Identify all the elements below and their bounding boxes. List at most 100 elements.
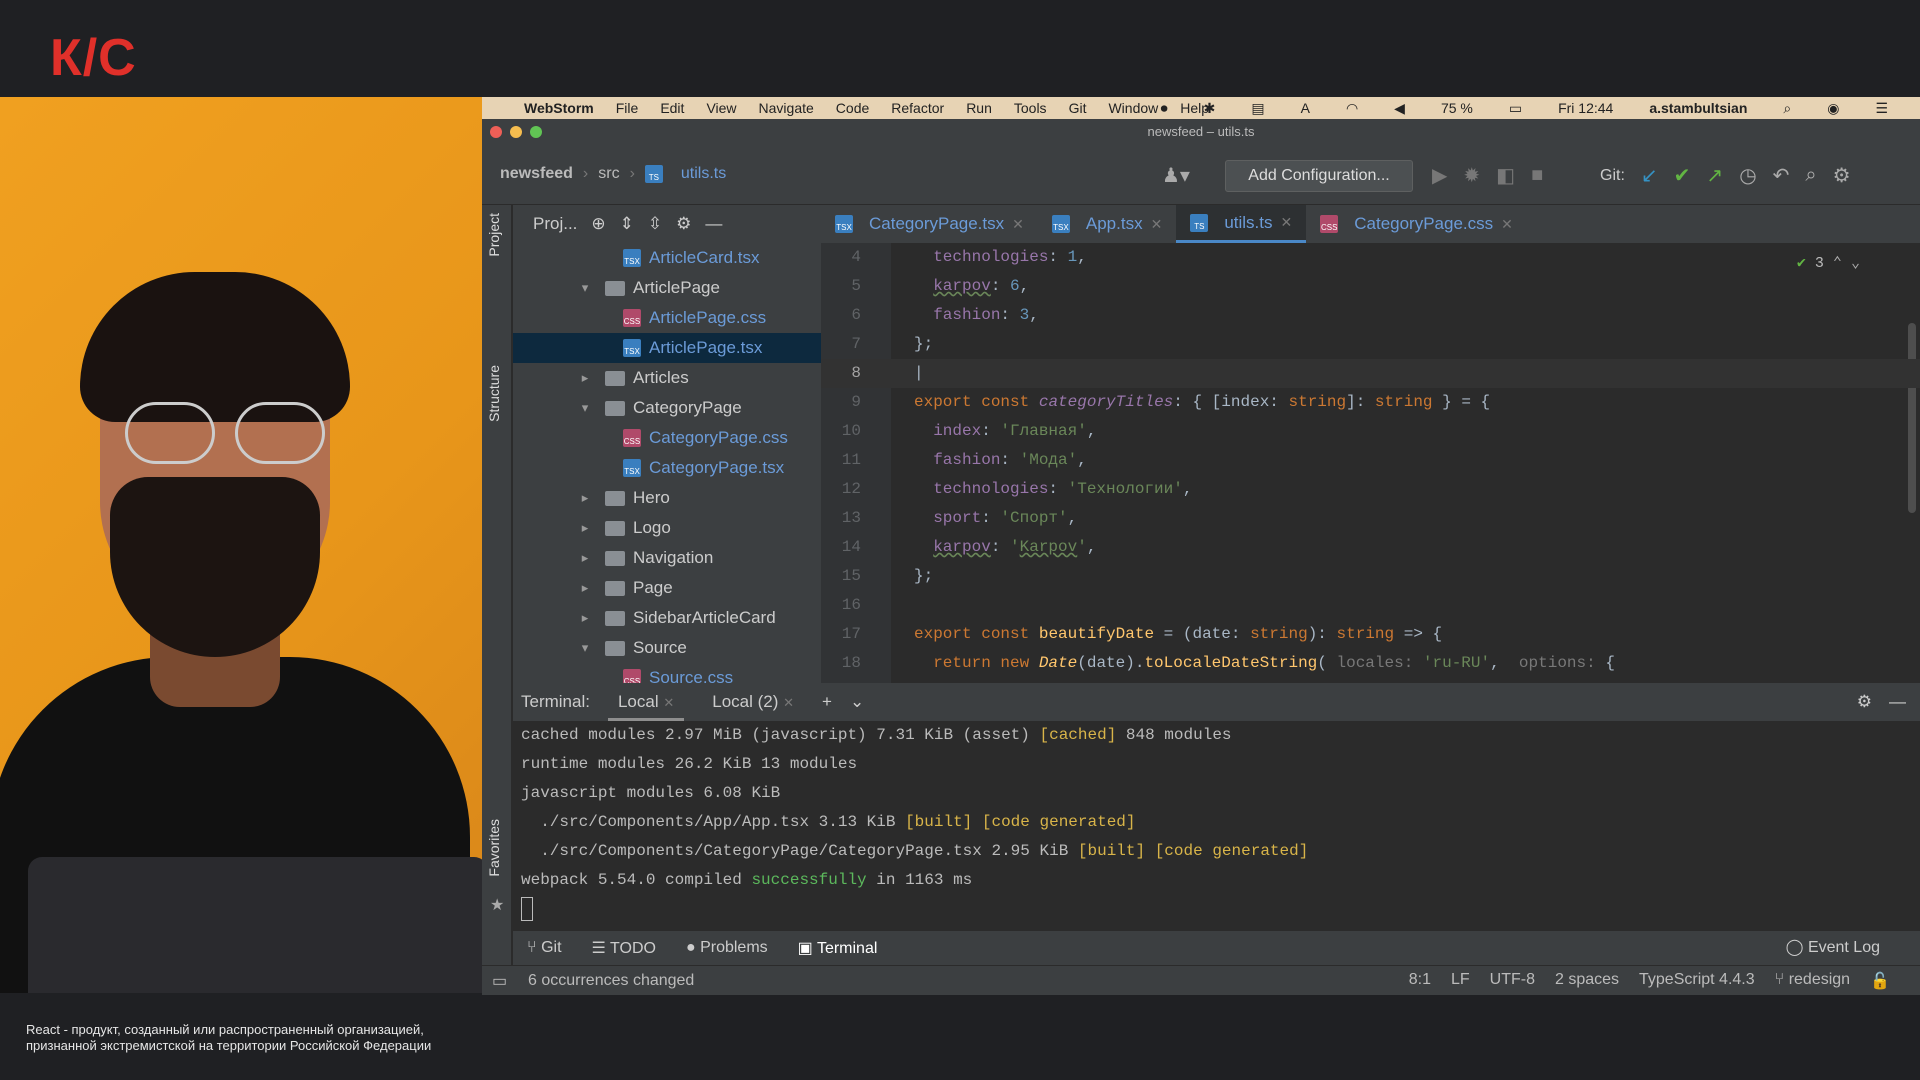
tool-todo[interactable]: ☰ TODO xyxy=(592,938,656,958)
chevron-down-icon[interactable]: ▾ xyxy=(575,640,595,656)
menu-refactor[interactable]: Refactor xyxy=(891,100,944,116)
stop-icon[interactable]: ■ xyxy=(1531,164,1543,187)
tree-item[interactable]: CSS Source.css xyxy=(513,663,821,683)
battery-percent[interactable]: 75 % xyxy=(1441,100,1473,116)
collapse-all-icon[interactable]: ⇳ xyxy=(648,214,662,234)
tab-app-tsx[interactable]: TSX App.tsx ✕ xyxy=(1038,205,1176,243)
minimize-window-button[interactable] xyxy=(510,126,522,138)
line-separator[interactable]: LF xyxy=(1451,971,1470,991)
git-push-icon[interactable]: ↗ xyxy=(1706,163,1723,188)
menu-navigate[interactable]: Navigate xyxy=(759,100,814,116)
menu-app-name[interactable]: WebStorm xyxy=(524,100,594,116)
close-icon[interactable]: ✕ xyxy=(1012,216,1024,233)
git-update-icon[interactable]: ↙ xyxy=(1641,163,1658,188)
chevron-right-icon[interactable]: ▸ xyxy=(575,520,595,536)
locate-icon[interactable]: ⊕ xyxy=(591,214,605,234)
input-source-icon[interactable]: A xyxy=(1301,100,1310,116)
maximize-window-button[interactable] xyxy=(530,126,542,138)
tree-item[interactable]: CSS ArticlePage.css xyxy=(513,303,821,333)
tree-item[interactable]: ▸ Logo xyxy=(513,513,821,543)
close-icon[interactable]: ✕ xyxy=(1151,216,1163,233)
gear-icon[interactable]: ⚙ xyxy=(676,214,691,234)
rollback-icon[interactable]: ↶ xyxy=(1773,163,1790,188)
tree-item[interactable]: TSX CategoryPage.tsx xyxy=(513,453,821,483)
settings-icon[interactable]: ⚙ xyxy=(1833,163,1851,188)
chevron-right-icon[interactable]: ▸ xyxy=(575,370,595,386)
git-branch[interactable]: ⑂ redesign xyxy=(1775,971,1850,991)
close-icon[interactable]: ✕ xyxy=(783,695,794,710)
tree-item[interactable]: ▾ ArticlePage xyxy=(513,273,821,303)
tool-problems[interactable]: ● Problems xyxy=(686,939,768,957)
tool-terminal[interactable]: ▣ Terminal xyxy=(798,938,878,958)
tab-categorypage-tsx[interactable]: TSX CategoryPage.tsx ✕ xyxy=(821,205,1038,243)
record-icon[interactable]: ⏺ xyxy=(1161,100,1168,117)
run-icon[interactable]: ▶ xyxy=(1432,163,1447,188)
breadcrumb-project[interactable]: newsfeed xyxy=(500,165,573,183)
chevron-right-icon[interactable]: ▸ xyxy=(575,550,595,566)
tree-item[interactable]: TSX ArticleCard.tsx xyxy=(513,243,821,273)
tree-item[interactable]: ▾ Source xyxy=(513,633,821,663)
user-name[interactable]: a.stambultsian xyxy=(1649,100,1747,116)
volume-icon[interactable]: ◀ xyxy=(1394,100,1405,117)
favorites-tool-tab[interactable]: Favorites xyxy=(486,819,502,877)
history-icon[interactable]: ◷ xyxy=(1739,163,1756,188)
breadcrumb-folder[interactable]: src xyxy=(598,165,619,183)
tree-item[interactable]: ▸ Articles xyxy=(513,363,821,393)
tree-item[interactable]: TSX ArticlePage.tsx xyxy=(513,333,821,363)
tree-item[interactable]: ▸ SidebarArticleCard xyxy=(513,603,821,633)
language-service[interactable]: TypeScript 4.4.3 xyxy=(1639,971,1755,991)
tree-item[interactable]: ▸ Hero xyxy=(513,483,821,513)
menu-file[interactable]: File xyxy=(616,100,639,116)
git-commit-icon[interactable]: ✔ xyxy=(1674,163,1691,188)
close-icon[interactable]: ✕ xyxy=(663,695,674,710)
menu-view[interactable]: View xyxy=(706,100,736,116)
keyboard-icon[interactable]: ▤ xyxy=(1251,100,1264,117)
tool-git[interactable]: ⑂ Git xyxy=(527,939,562,957)
cursor-position[interactable]: 8:1 xyxy=(1409,971,1431,991)
battery-icon[interactable]: ▭ xyxy=(1509,100,1522,117)
lock-icon[interactable]: 🔓 xyxy=(1870,971,1890,991)
control-center-icon[interactable]: ☰ xyxy=(1875,100,1888,117)
chevron-right-icon[interactable]: ▸ xyxy=(575,610,595,626)
clock[interactable]: Fri 12:44 xyxy=(1558,100,1613,116)
coverage-icon[interactable]: ◧ xyxy=(1496,163,1515,188)
close-icon[interactable]: ✕ xyxy=(1281,214,1293,231)
project-tool-tab[interactable]: Project xyxy=(486,213,502,257)
bluetooth-icon[interactable]: ✱ xyxy=(1204,100,1216,117)
debug-icon[interactable]: ✹ xyxy=(1463,163,1480,188)
tool-event-log[interactable]: ◯ Event Log xyxy=(1786,931,1880,965)
wifi-icon[interactable]: ◠ xyxy=(1346,100,1358,117)
menu-git[interactable]: Git xyxy=(1069,100,1087,116)
tree-item[interactable]: ▸ Page xyxy=(513,573,821,603)
hide-icon[interactable]: — xyxy=(705,214,722,234)
terminal-output[interactable]: cached modules 2.97 MiB (javascript) 7.3… xyxy=(513,721,1920,931)
chevron-down-icon[interactable]: ▾ xyxy=(575,280,595,296)
tree-item[interactable]: ▸ Navigation xyxy=(513,543,821,573)
chevron-down-icon[interactable]: ⌄ xyxy=(850,692,864,712)
menu-edit[interactable]: Edit xyxy=(660,100,684,116)
indent-setting[interactable]: 2 spaces xyxy=(1555,971,1619,991)
menu-code[interactable]: Code xyxy=(836,100,869,116)
expand-all-icon[interactable]: ⇕ xyxy=(620,214,634,234)
code-editor[interactable]: ✔ 3 ⌃ ⌄ 4 technologies: 1, 5 karpov: 6, … xyxy=(821,243,1920,683)
tab-categorypage-css[interactable]: CSS CategoryPage.css ✕ xyxy=(1306,205,1527,243)
spotlight-icon[interactable]: ⌕ xyxy=(1783,100,1791,117)
menu-run[interactable]: Run xyxy=(966,100,992,116)
menu-tools[interactable]: Tools xyxy=(1014,100,1047,116)
chevron-right-icon[interactable]: ▸ xyxy=(575,580,595,596)
status-message[interactable]: 6 occurrences changed xyxy=(528,972,694,990)
gear-icon[interactable]: ⚙ xyxy=(1857,692,1872,712)
file-encoding[interactable]: UTF-8 xyxy=(1490,971,1535,991)
menu-window[interactable]: Window xyxy=(1108,100,1158,116)
layout-icon[interactable]: ▭ xyxy=(492,971,507,991)
close-window-button[interactable] xyxy=(490,126,502,138)
tab-utils-ts[interactable]: TS utils.ts ✕ xyxy=(1176,205,1307,243)
hide-icon[interactable]: — xyxy=(1889,692,1906,712)
chevron-right-icon[interactable]: ▸ xyxy=(575,490,595,506)
user-icon[interactable]: ♟▾ xyxy=(1162,163,1190,188)
tree-item[interactable]: ▾ CategoryPage xyxy=(513,393,821,423)
close-icon[interactable]: ✕ xyxy=(1501,216,1513,233)
siri-icon[interactable]: ◉ xyxy=(1827,100,1839,117)
breadcrumb-file[interactable]: utils.ts xyxy=(681,165,726,183)
tab-terminal-local[interactable]: Local ✕ xyxy=(607,683,685,721)
